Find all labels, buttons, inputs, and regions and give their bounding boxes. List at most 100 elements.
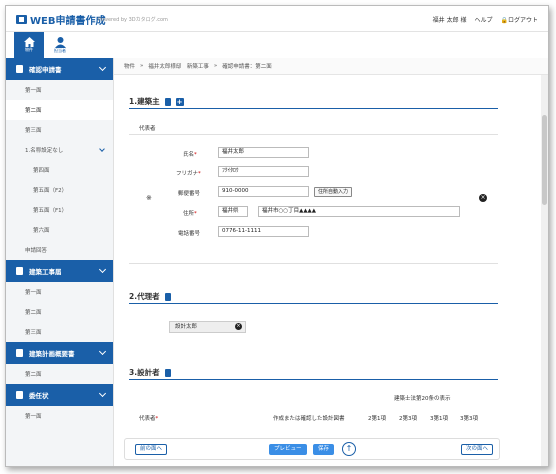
nav-home-button[interactable]: 物件 [14,32,44,58]
user-area: 福井 太郎 様 ヘルプ 🔒ログアウト [433,15,538,24]
law-heading: 建築士法第20条の表示 [394,396,451,402]
sidebar-item[interactable]: 第六面 [6,220,113,240]
chevron-down-icon [99,146,105,152]
tel-label: 電話番号 [178,231,201,237]
sidebar-item-active[interactable]: 第二面 [6,100,113,120]
preview-button[interactable]: プレビュー [269,444,307,455]
furigana-label-text: フリガナ [176,171,199,177]
scrollbar[interactable] [541,75,548,466]
nav-home-label: 物件 [25,47,33,52]
furigana-input[interactable]: ﾌｸｲﾀﾛｳ [218,166,309,177]
sidebar-item[interactable]: 第五面（F2） [6,180,113,200]
zip-label: 郵便番号 [178,191,201,197]
breadcrumb-item[interactable]: 物件 [124,62,135,70]
name-label: 氏名* [183,150,197,158]
heading-underline [129,379,498,380]
column-header: 3第1項 [430,416,448,422]
powered-by: Powered by 3Dカタログ.com [98,17,168,23]
chevron-down-icon [98,265,107,274]
sidebar-section-plan-summary[interactable]: 建築計画概要書 [6,342,113,364]
top-bar: WEB申請書作成 Powered by 3Dカタログ.com 福井 太郎 様 ヘ… [6,6,548,32]
breadcrumb-item[interactable]: 福井太郎様邸 新築工事 [148,62,209,70]
sidebar-item[interactable]: 第二面 [6,302,113,322]
sidebar-item[interactable]: 第一面 [6,80,113,100]
section-label: 委任状 [29,392,49,400]
sidebar-item[interactable]: 第二面 [6,364,113,384]
agent-name: 設計太郎 [175,324,198,330]
section-label: 建築計画概要書 [29,350,75,358]
logout-label: ログアウト [507,17,538,24]
help-link[interactable]: ヘルプ [474,15,492,24]
next-page-button[interactable]: 次の面へ [461,444,494,455]
required-star: * [155,416,159,422]
save-button[interactable]: 保存 [313,444,335,455]
heading-underline [129,303,498,304]
app-logo[interactable]: WEB申請書作成 [16,12,105,27]
sidebar-section-confirmation[interactable]: 確認申請書 [6,58,113,80]
agent-tag: 設計太郎 × [169,321,246,333]
section-label: 確認申請書 [29,66,62,74]
footer-toolbar: 前の面へ プレビュー 保存 ↑ 次の面へ [124,438,500,460]
chevron-down-icon [98,63,107,72]
chevron-down-icon [98,389,107,398]
sidebar-item[interactable]: 第一面 [6,282,113,302]
add-icon[interactable]: + [175,97,184,106]
person-icon [54,36,66,48]
divider [129,134,498,135]
nav-user-button[interactable]: 担当者 [45,32,75,58]
zip-input[interactable]: 910-0000 [218,186,309,197]
design-docs-column: 作成または確認した設計図書 [273,416,345,422]
address-input[interactable]: 福井市○○丁目▲▲▲▲ [258,206,460,217]
main-content: 物件» 福井太郎様邸 新築工事» 確認申請書：第二面 1.建築主 + 代表者 ※ … [114,58,548,466]
heading-underline [129,108,498,109]
document-icon [16,65,23,73]
remove-icon[interactable]: × [235,323,242,330]
sidebar-section-proxy[interactable]: 委任状 [6,384,113,406]
nav-user-label: 担当者 [54,47,66,53]
section-heading-owner: 1.建築主 + [129,96,184,107]
group-label: 1.名称設定なし [25,148,64,154]
document-icon[interactable] [164,292,171,301]
required-star: * [194,152,197,158]
sidebar-item[interactable]: 第五面（F1） [6,200,113,220]
address-autofill-button[interactable]: 住所自動入力 [314,187,353,197]
document-icon[interactable] [164,97,171,106]
prev-page-button[interactable]: 前の面へ [135,444,168,455]
scrollbar-thumb[interactable] [542,115,547,205]
section-label: 建築工事届 [29,268,62,276]
sidebar-item[interactable]: 第四面 [6,160,113,180]
sidebar-section-construction[interactable]: 建築工事届 [6,260,113,282]
section-title: 2.代理者 [129,292,160,301]
chevron-down-icon [98,347,107,356]
tel-input[interactable]: 0776-11-1111 [218,226,309,237]
sidebar-item-group[interactable]: 1.名称設定なし [6,140,113,160]
required-star: * [194,211,197,217]
column-header: 3第3項 [460,416,478,422]
sidebar-item[interactable]: 第三面 [6,322,113,342]
document-icon [16,391,23,399]
name-label-text: 氏名 [183,152,195,158]
section-title: 1.建築主 [129,97,160,106]
prefecture-input[interactable]: 福井県 [218,206,248,217]
remove-icon[interactable]: × [479,194,487,202]
breadcrumb: 物件 » 福井太郎様邸 新築工事 » 確認申請書：第二面 [114,58,548,75]
app-window: WEB申請書作成 Powered by 3Dカタログ.com 福井 太郎 様 ヘ… [5,5,549,467]
breadcrumb-separator: » [140,63,144,69]
sidebar-item[interactable]: 第三面 [6,120,113,140]
column-header: 2第3項 [399,416,417,422]
scroll-top-icon[interactable]: ↑ [342,442,356,456]
designer-rep-label: 代表者* [139,414,158,422]
document-icon [16,349,23,357]
document-icon[interactable] [164,368,171,377]
sidebar-item[interactable]: 申請回答 [6,240,113,260]
sidebar-item[interactable]: 第一面 [6,406,113,426]
column-header: 2第1項 [368,416,386,422]
address-label: 住所* [183,209,197,217]
required-star: * [198,171,201,177]
name-input[interactable]: 福井太郎 [218,147,309,158]
section-heading-agent: 2.代理者 [129,291,171,302]
rep-label: 代表者 [139,126,156,132]
user-name: 福井 太郎 様 [432,17,467,24]
logout-link[interactable]: 🔒ログアウト [501,15,539,24]
sidebar: 確認申請書 第一面 第二面 第三面 1.名称設定なし 第四面 第五面（F2） 第… [6,58,114,466]
